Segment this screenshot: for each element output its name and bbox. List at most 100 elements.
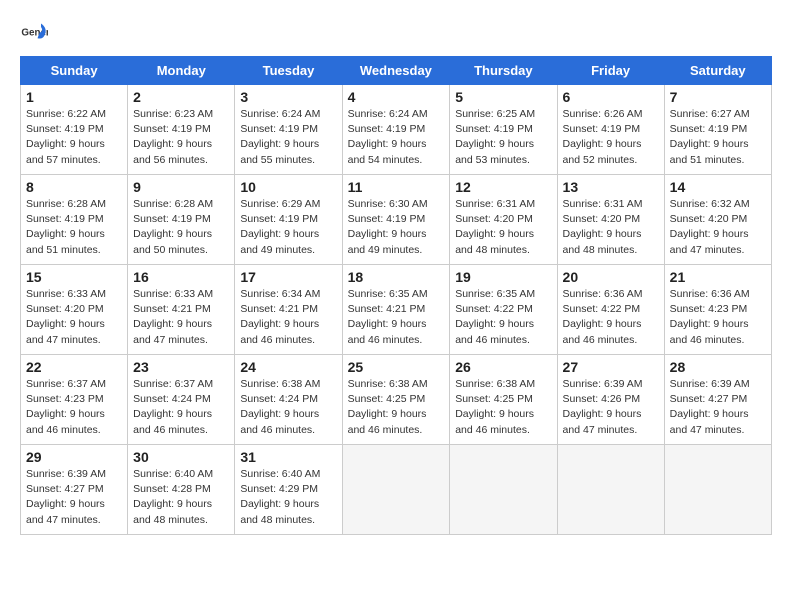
calendar-cell: 10 Sunrise: 6:29 AMSunset: 4:19 PMDayligh…	[235, 175, 342, 265]
day-info: Sunrise: 6:28 AMSunset: 4:19 PMDaylight:…	[26, 197, 122, 258]
day-number: 14	[670, 179, 766, 195]
calendar-cell-empty	[557, 445, 664, 535]
day-number: 31	[240, 449, 336, 465]
calendar-cell: 14 Sunrise: 6:32 AMSunset: 4:20 PMDayligh…	[664, 175, 771, 265]
page-header: General	[20, 20, 772, 48]
day-info: Sunrise: 6:34 AMSunset: 4:21 PMDaylight:…	[240, 287, 336, 348]
calendar-cell: 27Sunrise: 6:39 AMSunset: 4:26 PMDayligh…	[557, 355, 664, 445]
day-number: 29	[26, 449, 122, 465]
day-info: Sunrise: 6:22 AMSunset: 4:19 PMDaylight:…	[26, 107, 122, 168]
day-number: 28	[670, 359, 766, 375]
day-number: 17	[240, 269, 336, 285]
day-info: Sunrise: 6:37 AMSunset: 4:24 PMDaylight:…	[133, 377, 229, 438]
calendar-cell: 17 Sunrise: 6:34 AMSunset: 4:21 PMDayligh…	[235, 265, 342, 355]
calendar-cell: 19Sunrise: 6:35 AMSunset: 4:22 PMDayligh…	[450, 265, 557, 355]
calendar-cell: 13 Sunrise: 6:31 AMSunset: 4:20 PMDayligh…	[557, 175, 664, 265]
day-number: 8	[26, 179, 122, 195]
day-info: Sunrise: 6:33 AMSunset: 4:20 PMDaylight:…	[26, 287, 122, 348]
calendar-cell: 24 Sunrise: 6:38 AMSunset: 4:24 PMDayligh…	[235, 355, 342, 445]
day-info: Sunrise: 6:38 AMSunset: 4:25 PMDaylight:…	[348, 377, 445, 438]
day-number: 5	[455, 89, 551, 105]
day-info: Sunrise: 6:36 AMSunset: 4:23 PMDaylight:…	[670, 287, 766, 348]
day-info: Sunrise: 6:30 AMSunset: 4:19 PMDaylight:…	[348, 197, 445, 258]
day-info: Sunrise: 6:24 AMSunset: 4:19 PMDaylight:…	[348, 107, 445, 168]
calendar-cell: 23 Sunrise: 6:37 AMSunset: 4:24 PMDayligh…	[128, 355, 235, 445]
day-number: 12	[455, 179, 551, 195]
day-number: 7	[670, 89, 766, 105]
weekday-header-cell: Thursday	[450, 57, 557, 85]
weekday-header-cell: Sunday	[21, 57, 128, 85]
day-number: 27	[563, 359, 659, 375]
calendar-cell: 26Sunrise: 6:38 AMSunset: 4:25 PMDayligh…	[450, 355, 557, 445]
day-number: 23	[133, 359, 229, 375]
calendar-cell-empty	[450, 445, 557, 535]
calendar-cell: 15Sunrise: 6:33 AMSunset: 4:20 PMDayligh…	[21, 265, 128, 355]
day-info: Sunrise: 6:25 AMSunset: 4:19 PMDaylight:…	[455, 107, 551, 168]
calendar-cell: 7Sunrise: 6:27 AMSunset: 4:19 PMDaylight…	[664, 85, 771, 175]
logo-icon: General	[20, 20, 48, 48]
day-info: Sunrise: 6:40 AMSunset: 4:29 PMDaylight:…	[240, 467, 336, 528]
day-info: Sunrise: 6:39 AMSunset: 4:27 PMDaylight:…	[670, 377, 766, 438]
weekday-header-cell: Wednesday	[342, 57, 450, 85]
day-number: 16	[133, 269, 229, 285]
day-number: 2	[133, 89, 229, 105]
calendar-cell: 16Sunrise: 6:33 AMSunset: 4:21 PMDayligh…	[128, 265, 235, 355]
day-number: 22	[26, 359, 122, 375]
weekday-header-cell: Friday	[557, 57, 664, 85]
calendar-cell: 1 Sunrise: 6:22 AMSunset: 4:19 PMDaylight…	[21, 85, 128, 175]
day-number: 18	[348, 269, 445, 285]
calendar-table: SundayMondayTuesdayWednesdayThursdayFrid…	[20, 56, 772, 535]
calendar-cell-empty	[342, 445, 450, 535]
day-info: Sunrise: 6:37 AMSunset: 4:23 PMDaylight:…	[26, 377, 122, 438]
calendar-cell: 12 Sunrise: 6:31 AMSunset: 4:20 PMDayligh…	[450, 175, 557, 265]
calendar-cell: 2 Sunrise: 6:23 AMSunset: 4:19 PMDaylight…	[128, 85, 235, 175]
day-info: Sunrise: 6:36 AMSunset: 4:22 PMDaylight:…	[563, 287, 659, 348]
calendar-cell: 21 Sunrise: 6:36 AMSunset: 4:23 PMDayligh…	[664, 265, 771, 355]
calendar-cell: 22 Sunrise: 6:37 AMSunset: 4:23 PMDayligh…	[21, 355, 128, 445]
day-info: Sunrise: 6:32 AMSunset: 4:20 PMDaylight:…	[670, 197, 766, 258]
day-info: Sunrise: 6:29 AMSunset: 4:19 PMDaylight:…	[240, 197, 336, 258]
day-number: 3	[240, 89, 336, 105]
day-number: 9	[133, 179, 229, 195]
calendar-cell: 5 Sunrise: 6:25 AMSunset: 4:19 PMDaylight…	[450, 85, 557, 175]
calendar-cell: 25 Sunrise: 6:38 AMSunset: 4:25 PMDayligh…	[342, 355, 450, 445]
day-info: Sunrise: 6:38 AMSunset: 4:25 PMDaylight:…	[455, 377, 551, 438]
day-info: Sunrise: 6:24 AMSunset: 4:19 PMDaylight:…	[240, 107, 336, 168]
weekday-header-cell: Saturday	[664, 57, 771, 85]
day-info: Sunrise: 6:35 AMSunset: 4:21 PMDaylight:…	[348, 287, 445, 348]
day-info: Sunrise: 6:38 AMSunset: 4:24 PMDaylight:…	[240, 377, 336, 438]
day-info: Sunrise: 6:40 AMSunset: 4:28 PMDaylight:…	[133, 467, 229, 528]
day-number: 24	[240, 359, 336, 375]
day-info: Sunrise: 6:28 AMSunset: 4:19 PMDaylight:…	[133, 197, 229, 258]
calendar-week-row: 8 Sunrise: 6:28 AMSunset: 4:19 PMDaylight…	[21, 175, 772, 265]
calendar-week-row: 15Sunrise: 6:33 AMSunset: 4:20 PMDayligh…	[21, 265, 772, 355]
calendar-cell: 29 Sunrise: 6:39 AMSunset: 4:27 PMDayligh…	[21, 445, 128, 535]
calendar-week-row: 1 Sunrise: 6:22 AMSunset: 4:19 PMDaylight…	[21, 85, 772, 175]
calendar-cell-empty	[664, 445, 771, 535]
day-info: Sunrise: 6:23 AMSunset: 4:19 PMDaylight:…	[133, 107, 229, 168]
day-info: Sunrise: 6:31 AMSunset: 4:20 PMDaylight:…	[563, 197, 659, 258]
day-number: 11	[348, 179, 445, 195]
day-number: 13	[563, 179, 659, 195]
calendar-cell: 4 Sunrise: 6:24 AMSunset: 4:19 PMDaylight…	[342, 85, 450, 175]
day-number: 25	[348, 359, 445, 375]
day-number: 1	[26, 89, 122, 105]
calendar-cell: 28 Sunrise: 6:39 AMSunset: 4:27 PMDayligh…	[664, 355, 771, 445]
calendar-cell: 11 Sunrise: 6:30 AMSunset: 4:19 PMDayligh…	[342, 175, 450, 265]
day-info: Sunrise: 6:39 AMSunset: 4:27 PMDaylight:…	[26, 467, 122, 528]
weekday-header-cell: Monday	[128, 57, 235, 85]
day-number: 4	[348, 89, 445, 105]
calendar-cell: 3 Sunrise: 6:24 AMSunset: 4:19 PMDaylight…	[235, 85, 342, 175]
calendar-cell: 18 Sunrise: 6:35 AMSunset: 4:21 PMDayligh…	[342, 265, 450, 355]
day-info: Sunrise: 6:31 AMSunset: 4:20 PMDaylight:…	[455, 197, 551, 258]
calendar-cell: 9 Sunrise: 6:28 AMSunset: 4:19 PMDaylight…	[128, 175, 235, 265]
calendar-cell: 30 Sunrise: 6:40 AMSunset: 4:28 PMDayligh…	[128, 445, 235, 535]
day-number: 10	[240, 179, 336, 195]
calendar-cell: 31 Sunrise: 6:40 AMSunset: 4:29 PMDayligh…	[235, 445, 342, 535]
calendar-week-row: 22 Sunrise: 6:37 AMSunset: 4:23 PMDayligh…	[21, 355, 772, 445]
calendar-week-row: 29 Sunrise: 6:39 AMSunset: 4:27 PMDayligh…	[21, 445, 772, 535]
day-number: 21	[670, 269, 766, 285]
day-number: 20	[563, 269, 659, 285]
day-number: 30	[133, 449, 229, 465]
day-info: Sunrise: 6:26 AMSunset: 4:19 PMDaylight:…	[563, 107, 659, 168]
